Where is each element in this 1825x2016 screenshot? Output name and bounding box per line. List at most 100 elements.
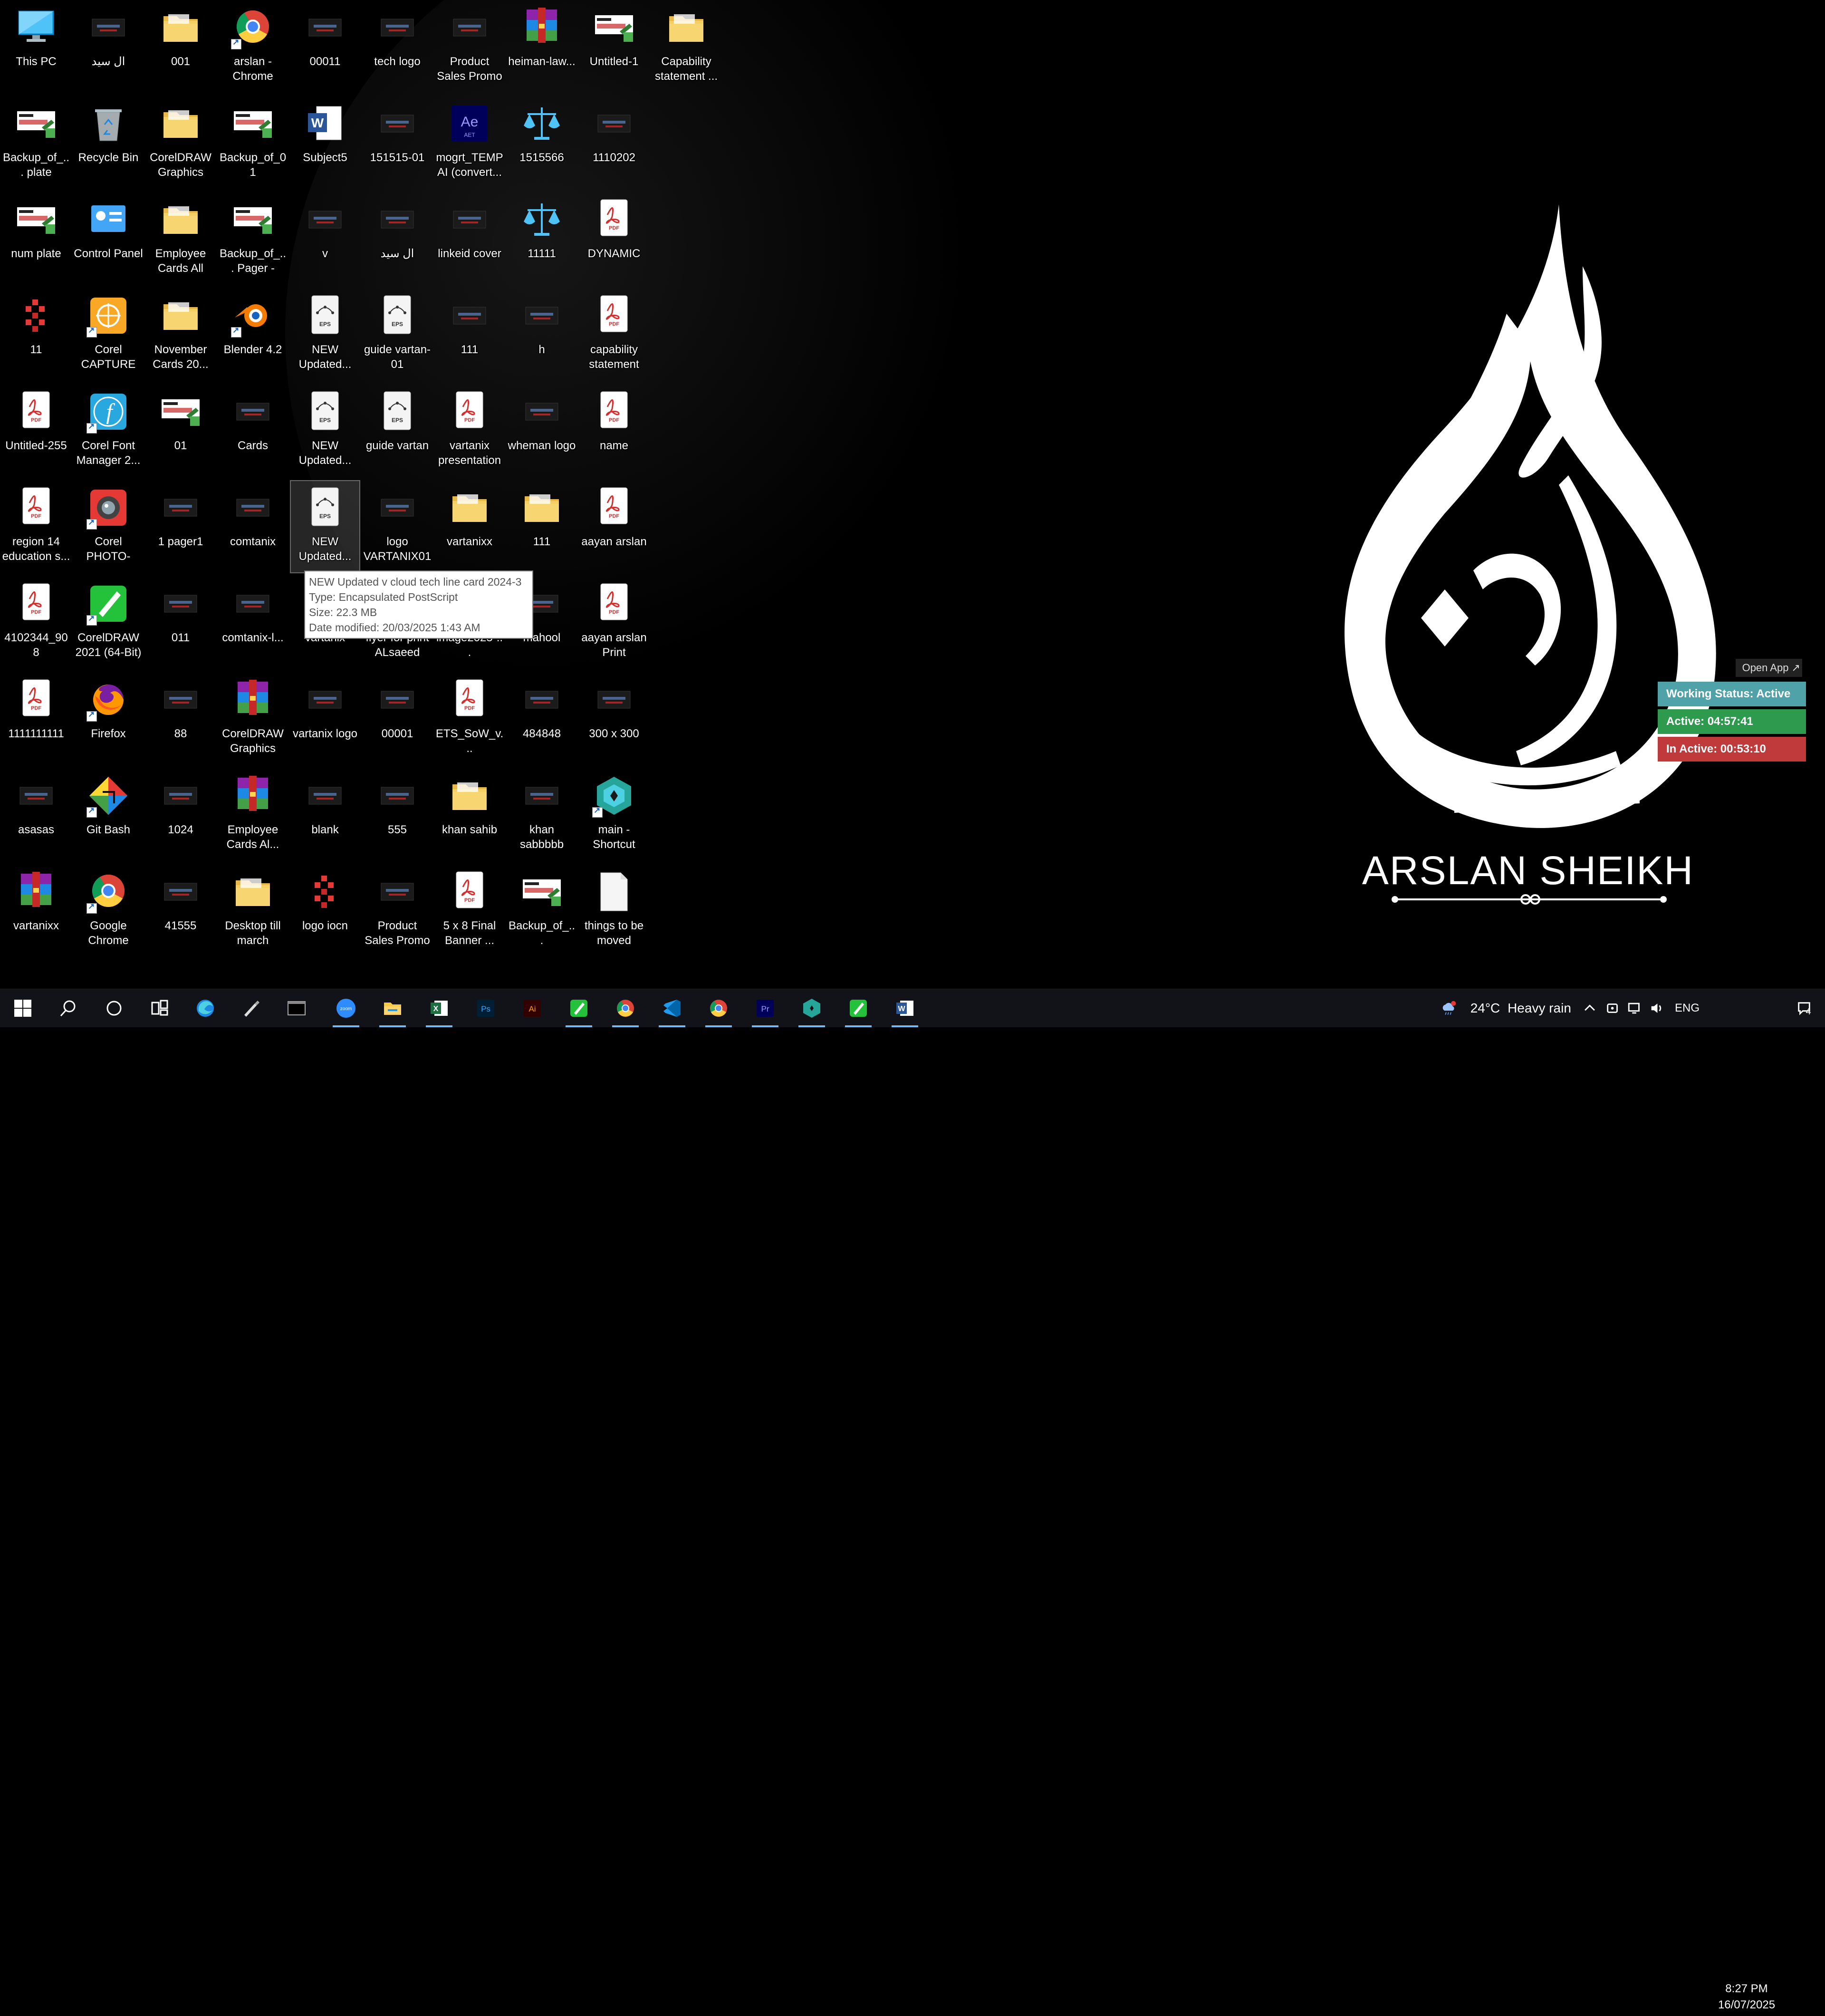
desktop-icon[interactable]: 1 pager1	[145, 480, 216, 573]
desktop-icon[interactable]: 01	[145, 384, 216, 477]
desktop-icon[interactable]: things to be moved	[579, 864, 649, 957]
desktop-icon[interactable]: Desktop till march	[218, 864, 288, 957]
desktop-icon[interactable]: Backup_of_... plate	[1, 96, 71, 189]
desktop-icon[interactable]: Employee Cards Al...	[218, 768, 288, 861]
desktop-icon[interactable]: asasas	[1, 768, 71, 861]
desktop-icon[interactable]: khan sabbbbb	[507, 768, 577, 861]
desktop-icon[interactable]: 111	[434, 288, 505, 381]
volume-icon[interactable]	[1646, 989, 1667, 1027]
desktop-icon[interactable]: v	[290, 192, 360, 285]
desktop-icon[interactable]: tech logo	[362, 0, 432, 93]
desktop-icon[interactable]: PDF aayan arslan Print	[579, 576, 649, 669]
desktop-icon[interactable]: Git Bash	[73, 768, 144, 861]
desktop-icon[interactable]: Cards	[218, 384, 288, 477]
desktop-icon[interactable]: CorelDRAW 2021 (64-Bit)	[73, 576, 144, 669]
desktop-icon[interactable]: Backup_of_01	[218, 96, 288, 189]
coreldraw-app-icon[interactable]	[556, 989, 602, 1027]
desktop-icon[interactable]: arslan - Chrome	[218, 0, 288, 93]
desktop-icon[interactable]: Capability statement ...	[651, 0, 721, 93]
weather-icon[interactable]	[1435, 989, 1462, 1027]
desktop-icon[interactable]: 300 x 300	[579, 672, 649, 765]
desktop-icon[interactable]: 484848	[507, 672, 577, 765]
desktop-icon[interactable]: PDF DYNAMIC	[579, 192, 649, 285]
desktop-icon[interactable]: 00011	[290, 0, 360, 93]
desktop-icon[interactable]: khan sahib	[434, 768, 505, 861]
desktop-icon[interactable]: h	[507, 288, 577, 381]
desktop-icon[interactable]: wheman logo	[507, 384, 577, 477]
desktop-icon[interactable]: Recycle Bin	[73, 96, 144, 189]
desktop-icon[interactable]: ال سيد	[362, 192, 432, 285]
desktop-icon[interactable]: Product Sales Promo Pack...	[434, 0, 505, 93]
desktop-icon[interactable]: 88	[145, 672, 216, 765]
coreldraw-app-icon[interactable]	[836, 989, 881, 1027]
desktop-icon[interactable]: 555	[362, 768, 432, 861]
desktop-icon[interactable]: 1024	[145, 768, 216, 861]
terminal-icon[interactable]	[274, 989, 319, 1027]
desktop-icon[interactable]: blank	[290, 768, 360, 861]
desktop-icon[interactable]: PDF aayan arslan	[579, 480, 649, 573]
desktop-icon[interactable]: PDF Untitled-255	[1, 384, 71, 477]
desktop-icon[interactable]: vartanix logo	[290, 672, 360, 765]
desktop-icon[interactable]: PDF capability statement	[579, 288, 649, 381]
desktop-icon[interactable]: CorelDRAW Graphics Su...	[145, 96, 216, 189]
desktop-icon[interactable]: Employee Cards All	[145, 192, 216, 285]
desktop-icon[interactable]: linkeid cover	[434, 192, 505, 285]
desktop-icon[interactable]: CorelDRAW Graphics Su...	[218, 672, 288, 765]
desktop-icon[interactable]: Google Chrome	[73, 864, 144, 957]
language-indicator[interactable]: ENG	[1668, 989, 1706, 1027]
desktop-icon[interactable]: num plate	[1, 192, 71, 285]
desktop-icon[interactable]: EPS guide vartan	[362, 384, 432, 477]
desktop-icon[interactable]: November Cards 20...	[145, 288, 216, 381]
desktop-icon[interactable]: 41555	[145, 864, 216, 957]
desktop-icon[interactable]: 1110202	[579, 96, 649, 189]
network-icon[interactable]	[1624, 989, 1645, 1027]
desktop-icon[interactable]: vartanixx	[434, 480, 505, 573]
desktop-icon[interactable]: Backup_of_...	[507, 864, 577, 957]
desktop-icon[interactable]: PDF ETS_SoW_v...	[434, 672, 505, 765]
zoom-icon[interactable]: zoom	[323, 989, 369, 1027]
desktop-icon[interactable]: EPS NEW Updated...	[290, 384, 360, 477]
desktop-icon[interactable]: 111	[507, 480, 577, 573]
desktop-icon[interactable]: comtanix-l...	[218, 576, 288, 669]
desktop-icon[interactable]: Untitled-1	[579, 0, 649, 93]
desktop-icon[interactable]: PDF 4102344_908	[1, 576, 71, 669]
weather-temp[interactable]: 24°C	[1466, 989, 1505, 1027]
photoshop-icon[interactable]: Ps	[463, 989, 509, 1027]
desktop-icon[interactable]: EPS guide vartan-01	[362, 288, 432, 381]
clock[interactable]: 8:27 PM 16/07/2025	[1706, 1978, 1787, 2016]
vscode-icon[interactable]	[649, 989, 695, 1027]
desktop-icon[interactable]: 11	[1, 288, 71, 381]
weather-desc[interactable]: Heavy rain	[1504, 989, 1575, 1027]
meet-now-icon[interactable]	[1603, 989, 1623, 1027]
desktop-icon[interactable]: f Corel Font Manager 2...	[73, 384, 144, 477]
chrome-icon[interactable]	[696, 989, 741, 1027]
desktop-icon[interactable]: comtanix	[218, 480, 288, 573]
desktop-icon[interactable]: ال سيد	[73, 0, 144, 93]
desktop-icon[interactable]: Corel CAPTURE 2...	[73, 288, 144, 381]
desktop-icon[interactable]: W Subject5	[290, 96, 360, 189]
desktop-icon[interactable]: 11111	[507, 192, 577, 285]
desktop-icon[interactable]: logo VARTANIX01	[362, 480, 432, 573]
app-shortcut-icon[interactable]	[789, 989, 835, 1027]
desktop-icon[interactable]: EPS NEW Updated...	[290, 288, 360, 381]
desktop-icon[interactable]: Firefox	[73, 672, 144, 765]
desktop-icon[interactable]: Product Sales Promo Pack...	[362, 864, 432, 957]
task-view-icon[interactable]	[137, 989, 182, 1027]
desktop-icon[interactable]: PDF 1111111111	[1, 672, 71, 765]
illustrator-icon[interactable]: Ai	[509, 989, 555, 1027]
desktop-icon[interactable]: 011	[145, 576, 216, 669]
file-explorer-icon[interactable]	[370, 989, 415, 1027]
desktop-icon[interactable]: PDF vartanix presentation	[434, 384, 505, 477]
desktop-icon[interactable]: PDF 5 x 8 Final Banner ...	[434, 864, 505, 957]
desktop-icon[interactable]: 00001	[362, 672, 432, 765]
desktop-icon[interactable]: PDF region 14 education s...	[1, 480, 71, 573]
desktop-icon[interactable]: Control Panel	[73, 192, 144, 285]
premiere-icon[interactable]: Pr	[742, 989, 788, 1027]
pen-icon[interactable]	[228, 989, 274, 1027]
desktop-icon[interactable]: Backup_of_... Pager - NY...	[218, 192, 288, 285]
desktop-icon[interactable]: Blender 4.2	[218, 288, 288, 381]
desktop-icon[interactable]: This PC	[1, 0, 71, 93]
desktop-icon[interactable]: PDF name	[579, 384, 649, 477]
desktop-icon[interactable]: 1515566	[507, 96, 577, 189]
open-app-button[interactable]: Open App ↗	[1736, 659, 1802, 677]
